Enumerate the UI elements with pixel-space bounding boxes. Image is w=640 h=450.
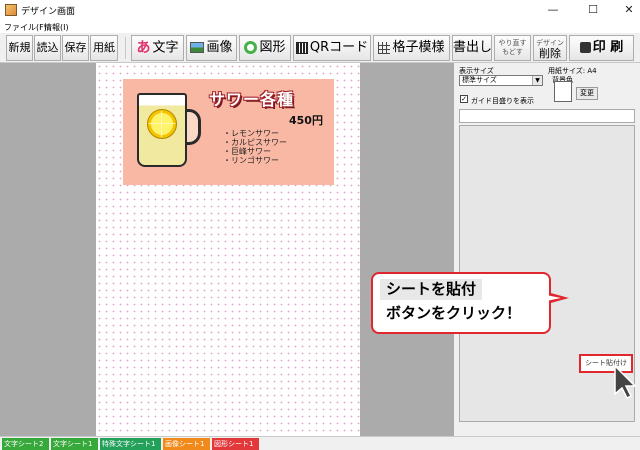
grid-icon <box>378 41 391 54</box>
sheet-tab-bar: 文字シート2 文字シート1 特殊文字シート1 画像シート1 図形シート1 <box>0 436 640 450</box>
paper-button[interactable]: 用紙 <box>90 35 118 61</box>
new-button[interactable]: 新規 <box>6 35 33 61</box>
redo-label: やり直す <box>498 39 527 47</box>
change-color-button[interactable]: 変更 <box>576 87 598 100</box>
card-item: カルピスサワー <box>223 138 287 147</box>
delete-design-button[interactable]: デザイン 削除 <box>533 35 567 61</box>
guide-checkbox[interactable]: ✓ <box>460 95 468 103</box>
print-button[interactable]: 印 刷 <box>569 35 634 61</box>
lemon-slice-illustration <box>147 109 177 139</box>
sheet-tab[interactable]: 画像シート1 <box>163 438 210 450</box>
card-item: レモンサワー <box>223 129 287 138</box>
lemon-segment-line <box>149 123 175 124</box>
toolbar: 新規 読込 保存 用紙 あ文字 画像 図形 QRコード 格子模様 書出し やり直… <box>0 33 640 63</box>
display-size-value: 標準サイズ <box>462 76 497 84</box>
card-item: リンゴサワー <box>223 156 287 165</box>
callout-text-line2: ボタンをクリック！ <box>386 304 522 322</box>
text-icon: あ <box>136 40 151 56</box>
delete-design-label: 削除 <box>539 47 561 60</box>
text-button[interactable]: あ文字 <box>131 35 184 61</box>
text-button-label: 文字 <box>152 40 179 56</box>
save-button[interactable]: 保存 <box>62 35 89 61</box>
open-button[interactable]: 読込 <box>34 35 61 61</box>
sheet-tab[interactable]: 文字シート1 <box>51 438 98 450</box>
print-button-label: 印 刷 <box>592 40 624 55</box>
sheet-header-strip <box>459 109 635 123</box>
minimize-button[interactable]: — <box>536 0 570 20</box>
menu-file[interactable]: ファイル(F) <box>4 22 47 33</box>
qr-code-icon <box>295 41 308 54</box>
callout-text-line1: シートを貼付 <box>380 279 483 300</box>
callout-pointer-inner <box>546 295 561 301</box>
undo-label: もどす <box>502 48 523 56</box>
card-title: サワー各種 <box>209 90 295 109</box>
card-price: 450円 <box>289 114 323 127</box>
guide-checkbox-label: ガイド目盛りを表示 <box>471 97 534 105</box>
app-icon <box>5 4 17 16</box>
card-item: 巨峰サワー <box>223 147 287 156</box>
printer-icon <box>579 42 591 53</box>
circle-shape-icon <box>244 41 258 54</box>
design-card[interactable]: サワー各種 450円 レモンサワー カルピスサワー 巨峰サワー リンゴサワー <box>123 79 334 185</box>
maximize-button[interactable]: ☐ <box>576 0 610 20</box>
title-bar: デザイン画面 — ☐ ✕ <box>0 0 640 20</box>
sheet-tab[interactable]: 文字シート2 <box>2 438 49 450</box>
qr-code-button[interactable]: QRコード <box>293 35 371 61</box>
grid-pattern-button-label: 格子模様 <box>392 40 445 55</box>
chevron-down-icon[interactable]: ▼ <box>532 76 542 85</box>
lemon-segment-line <box>161 111 162 137</box>
grid-pattern-button[interactable]: 格子模様 <box>373 35 450 61</box>
menu-info[interactable]: 情報(I) <box>44 22 69 33</box>
display-size-select[interactable]: 標準サイズ ▼ <box>459 75 543 86</box>
toolbar-separator <box>125 37 126 59</box>
sheet-tab[interactable]: 特殊文字シート1 <box>100 438 161 450</box>
image-icon <box>190 42 205 53</box>
bg-color-swatch[interactable] <box>554 81 572 102</box>
mug-handle-illustration <box>185 109 201 145</box>
mouse-cursor-icon <box>614 364 637 400</box>
redo-button[interactable]: やり直す もどす <box>494 35 531 61</box>
window-title: デザイン画面 <box>21 7 76 17</box>
export-button[interactable]: 書出し <box>452 35 492 61</box>
image-button[interactable]: 画像 <box>186 35 237 61</box>
qr-code-button-label: QRコード <box>309 40 369 55</box>
shape-button-label: 図形 <box>259 40 286 55</box>
sheet-tab[interactable]: 図形シート1 <box>212 438 259 450</box>
close-button[interactable]: ✕ <box>612 0 640 20</box>
card-item-list: レモンサワー カルピスサワー 巨峰サワー リンゴサワー <box>223 129 287 165</box>
image-button-label: 画像 <box>206 40 233 55</box>
menu-bar: ファイル(F) 情報(I) <box>0 20 640 33</box>
side-panel: 表示サイズ 標準サイズ ▼ 用紙サイズ: A4 背景色 変更 ✓ ガイド目盛りを… <box>454 63 640 436</box>
shape-button[interactable]: 図形 <box>239 35 291 61</box>
